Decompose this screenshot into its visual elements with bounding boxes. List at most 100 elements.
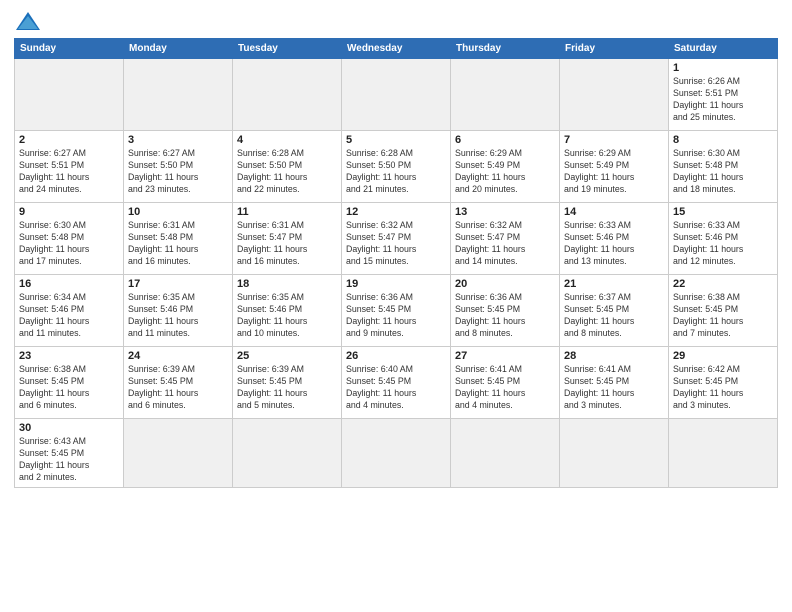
day-number: 22 (673, 278, 773, 290)
day-number: 21 (564, 278, 664, 290)
day-number: 1 (673, 62, 773, 74)
day-info: Sunrise: 6:28 AM Sunset: 5:50 PM Dayligh… (346, 148, 446, 196)
calendar-cell: 26 Sunrise: 6:40 AM Sunset: 5:45 PM Dayli… (342, 347, 451, 419)
day-info: Sunrise: 6:42 AM Sunset: 5:45 PM Dayligh… (673, 364, 773, 412)
weekday-header-tuesday: Tuesday (233, 39, 342, 59)
generalblue-logo-icon (14, 10, 42, 32)
calendar-header: SundayMondayTuesdayWednesdayThursdayFrid… (15, 39, 778, 59)
calendar-cell: 9 Sunrise: 6:30 AM Sunset: 5:48 PM Daylig… (15, 203, 124, 275)
calendar-cell (233, 59, 342, 131)
weekday-header-saturday: Saturday (669, 39, 778, 59)
day-number: 30 (19, 422, 119, 434)
day-number: 12 (346, 206, 446, 218)
day-info: Sunrise: 6:33 AM Sunset: 5:46 PM Dayligh… (564, 220, 664, 268)
day-info: Sunrise: 6:36 AM Sunset: 5:45 PM Dayligh… (455, 292, 555, 340)
day-info: Sunrise: 6:36 AM Sunset: 5:45 PM Dayligh… (346, 292, 446, 340)
day-info: Sunrise: 6:31 AM Sunset: 5:47 PM Dayligh… (237, 220, 337, 268)
calendar-cell: 18 Sunrise: 6:35 AM Sunset: 5:46 PM Dayli… (233, 275, 342, 347)
day-number: 11 (237, 206, 337, 218)
page: SundayMondayTuesdayWednesdayThursdayFrid… (0, 0, 792, 612)
weekday-row: SundayMondayTuesdayWednesdayThursdayFrid… (15, 39, 778, 59)
day-info: Sunrise: 6:30 AM Sunset: 5:48 PM Dayligh… (673, 148, 773, 196)
calendar-cell: 5 Sunrise: 6:28 AM Sunset: 5:50 PM Daylig… (342, 131, 451, 203)
day-info: Sunrise: 6:41 AM Sunset: 5:45 PM Dayligh… (564, 364, 664, 412)
day-number: 5 (346, 134, 446, 146)
week-row-6: 30 Sunrise: 6:43 AM Sunset: 5:45 PM Dayli… (15, 419, 778, 488)
week-row-2: 2 Sunrise: 6:27 AM Sunset: 5:51 PM Daylig… (15, 131, 778, 203)
calendar-body: 1 Sunrise: 6:26 AM Sunset: 5:51 PM Daylig… (15, 59, 778, 488)
day-info: Sunrise: 6:27 AM Sunset: 5:51 PM Dayligh… (19, 148, 119, 196)
calendar-cell: 14Sunrise: 6:33 AM Sunset: 5:46 PM Dayli… (560, 203, 669, 275)
calendar-cell: 3 Sunrise: 6:27 AM Sunset: 5:50 PM Daylig… (124, 131, 233, 203)
calendar-cell: 29 Sunrise: 6:42 AM Sunset: 5:45 PM Dayli… (669, 347, 778, 419)
calendar-cell: 12Sunrise: 6:32 AM Sunset: 5:47 PM Dayli… (342, 203, 451, 275)
day-info: Sunrise: 6:35 AM Sunset: 5:46 PM Dayligh… (237, 292, 337, 340)
day-info: Sunrise: 6:41 AM Sunset: 5:45 PM Dayligh… (455, 364, 555, 412)
day-info: Sunrise: 6:26 AM Sunset: 5:51 PM Dayligh… (673, 76, 773, 124)
calendar-cell: 11 Sunrise: 6:31 AM Sunset: 5:47 PM Dayli… (233, 203, 342, 275)
calendar-cell: 19 Sunrise: 6:36 AM Sunset: 5:45 PM Dayli… (342, 275, 451, 347)
day-number: 19 (346, 278, 446, 290)
week-row-3: 9 Sunrise: 6:30 AM Sunset: 5:48 PM Daylig… (15, 203, 778, 275)
calendar-cell (451, 59, 560, 131)
day-info: Sunrise: 6:32 AM Sunset: 5:47 PM Dayligh… (455, 220, 555, 268)
day-info: Sunrise: 6:29 AM Sunset: 5:49 PM Dayligh… (564, 148, 664, 196)
weekday-header-wednesday: Wednesday (342, 39, 451, 59)
day-info: Sunrise: 6:28 AM Sunset: 5:50 PM Dayligh… (237, 148, 337, 196)
calendar-cell (342, 419, 451, 488)
calendar: SundayMondayTuesdayWednesdayThursdayFrid… (14, 38, 778, 488)
day-info: Sunrise: 6:39 AM Sunset: 5:45 PM Dayligh… (237, 364, 337, 412)
week-row-1: 1 Sunrise: 6:26 AM Sunset: 5:51 PM Daylig… (15, 59, 778, 131)
calendar-cell (124, 59, 233, 131)
day-info: Sunrise: 6:38 AM Sunset: 5:45 PM Dayligh… (673, 292, 773, 340)
calendar-cell: 4 Sunrise: 6:28 AM Sunset: 5:50 PM Daylig… (233, 131, 342, 203)
day-number: 6 (455, 134, 555, 146)
calendar-cell (451, 419, 560, 488)
day-info: Sunrise: 6:31 AM Sunset: 5:48 PM Dayligh… (128, 220, 228, 268)
calendar-cell: 20 Sunrise: 6:36 AM Sunset: 5:45 PM Dayli… (451, 275, 560, 347)
calendar-cell (124, 419, 233, 488)
day-info: Sunrise: 6:34 AM Sunset: 5:46 PM Dayligh… (19, 292, 119, 340)
day-number: 20 (455, 278, 555, 290)
day-info: Sunrise: 6:37 AM Sunset: 5:45 PM Dayligh… (564, 292, 664, 340)
calendar-cell: 1 Sunrise: 6:26 AM Sunset: 5:51 PM Daylig… (669, 59, 778, 131)
calendar-cell: 6Sunrise: 6:29 AM Sunset: 5:49 PM Daylig… (451, 131, 560, 203)
calendar-cell (560, 419, 669, 488)
calendar-cell: 25Sunrise: 6:39 AM Sunset: 5:45 PM Dayli… (233, 347, 342, 419)
week-row-4: 16 Sunrise: 6:34 AM Sunset: 5:46 PM Dayli… (15, 275, 778, 347)
day-info: Sunrise: 6:43 AM Sunset: 5:45 PM Dayligh… (19, 436, 119, 484)
day-number: 7 (564, 134, 664, 146)
day-info: Sunrise: 6:40 AM Sunset: 5:45 PM Dayligh… (346, 364, 446, 412)
day-number: 16 (19, 278, 119, 290)
logo-area (14, 10, 46, 32)
day-number: 10 (128, 206, 228, 218)
day-number: 27 (455, 350, 555, 362)
calendar-cell: 23Sunrise: 6:38 AM Sunset: 5:45 PM Dayli… (15, 347, 124, 419)
day-number: 17 (128, 278, 228, 290)
calendar-cell: 8Sunrise: 6:30 AM Sunset: 5:48 PM Daylig… (669, 131, 778, 203)
calendar-cell: 16 Sunrise: 6:34 AM Sunset: 5:46 PM Dayli… (15, 275, 124, 347)
calendar-cell: 24Sunrise: 6:39 AM Sunset: 5:45 PM Dayli… (124, 347, 233, 419)
calendar-cell: 28 Sunrise: 6:41 AM Sunset: 5:45 PM Dayli… (560, 347, 669, 419)
day-info: Sunrise: 6:39 AM Sunset: 5:45 PM Dayligh… (128, 364, 228, 412)
calendar-cell: 10 Sunrise: 6:31 AM Sunset: 5:48 PM Dayli… (124, 203, 233, 275)
day-number: 26 (346, 350, 446, 362)
calendar-cell (560, 59, 669, 131)
day-number: 4 (237, 134, 337, 146)
day-number: 29 (673, 350, 773, 362)
calendar-cell (669, 419, 778, 488)
calendar-cell (15, 59, 124, 131)
day-number: 13 (455, 206, 555, 218)
day-number: 9 (19, 206, 119, 218)
day-number: 18 (237, 278, 337, 290)
calendar-cell (233, 419, 342, 488)
calendar-cell: 21 Sunrise: 6:37 AM Sunset: 5:45 PM Dayli… (560, 275, 669, 347)
day-info: Sunrise: 6:27 AM Sunset: 5:50 PM Dayligh… (128, 148, 228, 196)
day-number: 28 (564, 350, 664, 362)
day-number: 2 (19, 134, 119, 146)
day-number: 23 (19, 350, 119, 362)
day-info: Sunrise: 6:30 AM Sunset: 5:48 PM Dayligh… (19, 220, 119, 268)
day-number: 3 (128, 134, 228, 146)
calendar-cell: 27 Sunrise: 6:41 AM Sunset: 5:45 PM Dayli… (451, 347, 560, 419)
calendar-cell: 17Sunrise: 6:35 AM Sunset: 5:46 PM Dayli… (124, 275, 233, 347)
